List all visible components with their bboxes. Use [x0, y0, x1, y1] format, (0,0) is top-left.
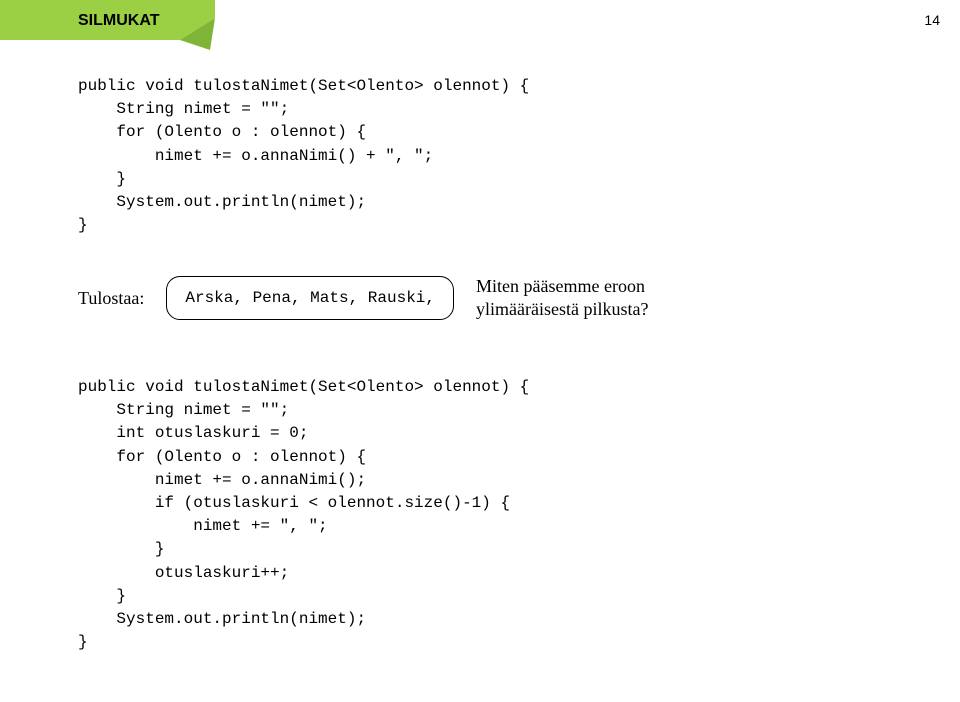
code2-l9: otuslaskuri++; — [78, 564, 289, 582]
code2-l12: } — [78, 633, 88, 651]
header-tab-shape — [0, 0, 230, 60]
output-label: Tulostaa: — [78, 288, 144, 309]
output-box: Arska, Pena, Mats, Rauski, — [166, 276, 454, 320]
code2-l6: if (otuslaskuri < olennot.size()-1) { — [78, 494, 510, 512]
output-row: Tulostaa: Arska, Pena, Mats, Rauski, Mit… — [78, 275, 648, 322]
page-number: 14 — [924, 12, 940, 28]
code-block-1: public void tulostaNimet(Set<Olento> ole… — [78, 75, 529, 237]
code1-l4: nimet += o.annaNimi() + ", "; — [78, 147, 433, 165]
question-line1: Miten pääsemme eroon — [476, 276, 645, 296]
code2-l7: nimet += ", "; — [78, 517, 328, 535]
code2-l3: int otuslaskuri = 0; — [78, 424, 308, 442]
code2-l4: for (Olento o : olennot) { — [78, 448, 366, 466]
code2-l8: } — [78, 540, 164, 558]
question-line2: ylimääräisestä pilkusta? — [476, 299, 648, 319]
header-tab-label: SILMUKAT — [78, 12, 159, 30]
code1-l1: public void tulostaNimet(Set<Olento> ole… — [78, 77, 529, 95]
code1-l6: System.out.println(nimet); — [78, 193, 366, 211]
code2-l1: public void tulostaNimet(Set<Olento> ole… — [78, 378, 529, 396]
code-block-2: public void tulostaNimet(Set<Olento> ole… — [78, 376, 529, 654]
code1-l5: } — [78, 170, 126, 188]
code2-l2: String nimet = ""; — [78, 401, 289, 419]
question-text: Miten pääsemme eroon ylimääräisestä pilk… — [476, 275, 648, 322]
code2-l10: } — [78, 587, 126, 605]
code1-l3: for (Olento o : olennot) { — [78, 123, 366, 141]
code2-l11: System.out.println(nimet); — [78, 610, 366, 628]
code2-l5: nimet += o.annaNimi(); — [78, 471, 366, 489]
code1-l7: } — [78, 216, 88, 234]
code1-l2: String nimet = ""; — [78, 100, 289, 118]
